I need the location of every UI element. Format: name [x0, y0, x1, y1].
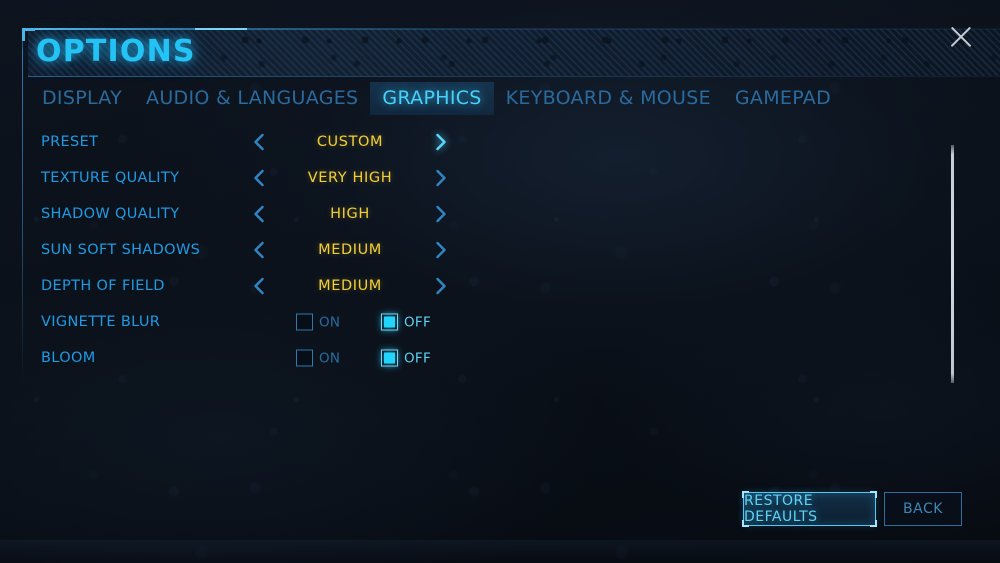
- page-title: OPTIONS: [36, 34, 196, 69]
- tab-gamepad[interactable]: GAMEPAD: [723, 82, 843, 115]
- options-screen: OPTIONS DISPLAY AUDIO & LANGUAGES GRAPHICS…: [0, 0, 1000, 563]
- tab-label: AUDIO & LANGUAGES: [146, 87, 359, 109]
- chevron-left-icon[interactable]: [248, 167, 270, 189]
- setting-value: MEDIUM: [318, 278, 382, 294]
- tab-label: GAMEPAD: [734, 87, 831, 109]
- chevron-right-icon[interactable]: [430, 239, 452, 261]
- close-icon[interactable]: [947, 23, 975, 51]
- bracket-bottom-left: [742, 520, 749, 527]
- checkbox-fill: [299, 353, 310, 364]
- tab-label: KEYBOARD & MOUSE: [505, 87, 711, 109]
- tab-label: DISPLAY: [42, 87, 123, 109]
- checkbox-label: ON: [319, 314, 341, 330]
- header-underline: [28, 76, 1000, 77]
- checkbox-on[interactable]: ON: [296, 313, 341, 331]
- setting-row-sun-soft-shadows: SUN SOFT SHADOWS MEDIUM: [0, 232, 1000, 268]
- setting-value: VERY HIGH: [307, 170, 393, 186]
- bracket-bottom-right: [870, 520, 877, 527]
- checkbox-label: ON: [319, 350, 341, 366]
- chevron-right-icon[interactable]: [430, 203, 452, 225]
- bracket-top-right: [870, 491, 877, 498]
- settings-list: PRESET CUSTOM TEXTURE QUALITY VERY HIGH SHAD…: [0, 124, 1000, 376]
- checkbox-fill: [299, 317, 310, 328]
- tab-label: GRAPHICS: [382, 87, 482, 109]
- back-label: BACK: [903, 501, 943, 517]
- chevron-left-icon[interactable]: [248, 203, 270, 225]
- setting-row-depth-of-field: DEPTH OF FIELD MEDIUM: [0, 268, 1000, 304]
- setting-row-preset: PRESET CUSTOM: [0, 124, 1000, 160]
- checkbox-label: OFF: [404, 350, 432, 366]
- setting-value: MEDIUM: [318, 242, 382, 258]
- checkbox-fill: [384, 316, 395, 328]
- tab-audio-languages[interactable]: AUDIO & LANGUAGES: [134, 82, 370, 115]
- setting-label: TEXTURE QUALITY: [41, 170, 180, 186]
- setting-row-vignette-blur: VIGNETTE BLUR ON OFF: [0, 304, 1000, 340]
- tab-bar: DISPLAY AUDIO & LANGUAGES GRAPHICS KEYBOARD…: [30, 82, 843, 115]
- header-top-line: [34, 28, 1000, 30]
- chevron-left-icon[interactable]: [248, 239, 270, 261]
- setting-value: CUSTOM: [316, 134, 384, 150]
- setting-label: SHADOW QUALITY: [41, 206, 180, 222]
- checkbox-box: [296, 349, 313, 367]
- checkbox-on[interactable]: ON: [296, 349, 341, 367]
- tab-keyboard-mouse[interactable]: KEYBOARD & MOUSE: [494, 82, 723, 115]
- restore-defaults-button[interactable]: RESTORE DEFAULTS: [742, 491, 877, 527]
- header-corner-bracket: [22, 28, 35, 41]
- setting-label: BLOOM: [41, 350, 96, 366]
- setting-label: VIGNETTE BLUR: [41, 314, 161, 330]
- setting-row-bloom: BLOOM ON OFF: [0, 340, 1000, 376]
- back-button[interactable]: BACK: [884, 492, 962, 526]
- header-top-line-highlight: [195, 28, 247, 30]
- checkbox-off[interactable]: OFF: [381, 313, 432, 331]
- chevron-right-icon[interactable]: [430, 275, 452, 297]
- setting-row-texture-quality: TEXTURE QUALITY VERY HIGH: [0, 160, 1000, 196]
- tab-graphics[interactable]: GRAPHICS: [370, 82, 494, 115]
- checkbox-label: OFF: [404, 314, 432, 330]
- chevron-right-icon[interactable]: [430, 131, 452, 153]
- setting-row-shadow-quality: SHADOW QUALITY HIGH: [0, 196, 1000, 232]
- setting-label: DEPTH OF FIELD: [41, 278, 165, 294]
- scrollbar-thumb[interactable]: [951, 145, 954, 383]
- tab-display[interactable]: DISPLAY: [30, 82, 134, 115]
- background-band: [0, 540, 1000, 563]
- checkbox-off[interactable]: OFF: [381, 349, 432, 367]
- checkbox-box: [381, 313, 398, 331]
- checkbox-box: [296, 313, 313, 331]
- chevron-left-icon[interactable]: [248, 275, 270, 297]
- setting-value: HIGH: [330, 206, 370, 222]
- restore-defaults-label: RESTORE DEFAULTS: [744, 493, 818, 525]
- bracket-top-left: [742, 491, 749, 498]
- setting-label: PRESET: [41, 134, 99, 150]
- chevron-right-icon[interactable]: [430, 167, 452, 189]
- checkbox-fill: [384, 352, 395, 364]
- setting-label: SUN SOFT SHADOWS: [41, 242, 201, 258]
- chevron-left-icon[interactable]: [248, 131, 270, 153]
- checkbox-box: [381, 349, 398, 367]
